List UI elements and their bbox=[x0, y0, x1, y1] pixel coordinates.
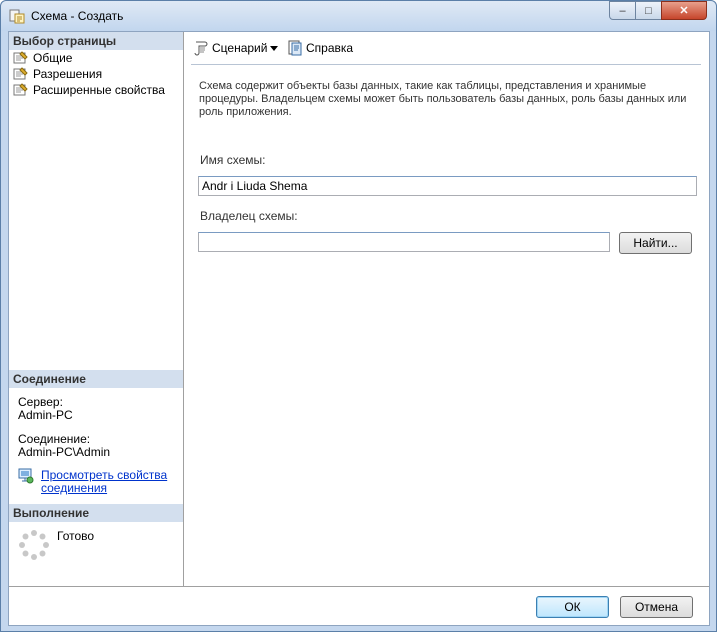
toolbar: Сценарий Справка bbox=[184, 32, 709, 62]
schema-icon bbox=[9, 9, 25, 24]
link-line-2[interactable]: соединения bbox=[41, 482, 167, 495]
dialog-client-area: Выбор страницы Общие Разрешения Расширен… bbox=[8, 31, 710, 626]
script-icon bbox=[194, 41, 208, 56]
minimize-button[interactable]: – bbox=[609, 1, 636, 20]
view-connection-properties-link[interactable]: Просмотреть свойства соединения bbox=[41, 469, 167, 495]
schema-name-input[interactable] bbox=[198, 176, 697, 196]
script-dropdown[interactable] bbox=[270, 46, 278, 51]
progress-header: Выполнение bbox=[9, 504, 183, 522]
cancel-button[interactable]: Отмена bbox=[620, 596, 693, 618]
schema-owner-input[interactable] bbox=[198, 232, 610, 252]
schema-owner-label: Владелец схемы: bbox=[200, 209, 298, 223]
page-wrench-icon bbox=[13, 67, 28, 80]
connection-properties-icon bbox=[18, 468, 34, 484]
page-item-label: Разрешения bbox=[33, 67, 103, 81]
title-bar[interactable]: Схема - Создать – □ ✕ bbox=[1, 1, 716, 31]
help-button[interactable]: Справка bbox=[287, 40, 353, 56]
connection-header: Соединение bbox=[9, 370, 183, 388]
page-wrench-icon bbox=[13, 83, 28, 96]
progress-spinner-icon bbox=[19, 530, 49, 560]
page-item-general[interactable]: Общие bbox=[13, 50, 72, 66]
maximize-button[interactable]: □ bbox=[635, 1, 662, 20]
help-icon bbox=[288, 40, 302, 56]
server-value: Admin-PC bbox=[18, 408, 73, 422]
toolbar-separator bbox=[191, 64, 701, 65]
page-item-label: Общие bbox=[33, 51, 73, 65]
page-wrench-icon bbox=[13, 51, 28, 64]
button-bar: ОК Отмена bbox=[9, 586, 709, 625]
chevron-down-icon bbox=[270, 46, 278, 51]
dialog-window: Схема - Создать – □ ✕ Выбор страницы Общ… bbox=[0, 0, 717, 632]
left-panel: Выбор страницы Общие Разрешения Расширен… bbox=[9, 32, 184, 586]
page-item-label: Расширенные свойства bbox=[33, 83, 165, 97]
schema-description: Схема содержит объекты базы данных, таки… bbox=[199, 80, 687, 118]
window-title: Схема - Создать bbox=[31, 9, 124, 23]
page-item-extended-properties[interactable]: Расширенные свойства bbox=[13, 82, 165, 98]
select-page-header: Выбор страницы bbox=[9, 32, 183, 50]
close-button[interactable]: ✕ bbox=[661, 1, 707, 20]
help-label: Справка bbox=[306, 41, 354, 55]
script-label: Сценарий bbox=[212, 41, 268, 55]
progress-status: Готово bbox=[57, 529, 95, 543]
script-button[interactable]: Сценарий bbox=[193, 40, 267, 56]
page-item-permissions[interactable]: Разрешения bbox=[13, 66, 102, 82]
connection-value: Admin-PC\Admin bbox=[18, 445, 111, 459]
schema-name-label: Имя схемы: bbox=[200, 153, 266, 167]
ok-button[interactable]: ОК bbox=[536, 596, 609, 618]
find-button[interactable]: Найти... bbox=[619, 232, 692, 254]
